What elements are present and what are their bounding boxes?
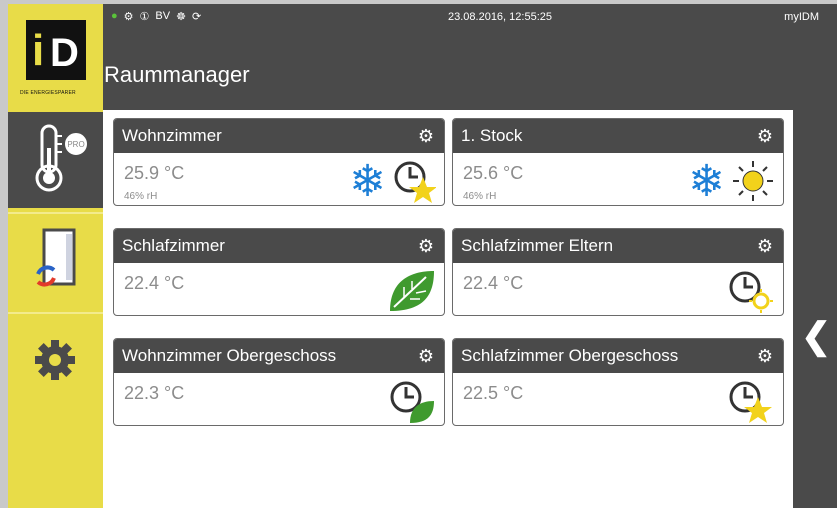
pro-badge: PRO (67, 140, 84, 149)
bv-icon: BV (155, 10, 171, 22)
room-grid: Wohnzimmer ⚙ 25.9 °C 46% rH ❄ 1. Stock ⚙… (103, 110, 793, 508)
logo: i D DIE ENERGIESPARER (8, 4, 103, 110)
leaf-icon (390, 271, 434, 311)
timer-sun-icon (729, 271, 773, 313)
timer-leaf-icon (390, 381, 434, 423)
room-temperature: 22.4 °C (463, 273, 524, 293)
room-name: Wohnzimmer (122, 126, 222, 145)
snowflake-icon: ❄ (688, 156, 725, 206)
sync-icon: ⟳ (191, 11, 202, 23)
room-card[interactable]: Schlafzimmer Obergeschoss ⚙ 22.5 °C (452, 338, 784, 426)
logo-subtitle: DIE ENERGIESPARER (20, 90, 76, 96)
right-panel: ❮ (793, 110, 837, 508)
gear-icon[interactable]: ⚙ (757, 119, 773, 153)
room-card[interactable]: Schlafzimmer ⚙ 22.4 °C (113, 228, 445, 316)
tap-icon: ⚙ (123, 11, 134, 23)
room-card[interactable]: Wohnzimmer ⚙ 25.9 °C 46% rH ❄ (113, 118, 445, 206)
chevron-left-icon[interactable]: ❮ (801, 315, 831, 357)
room-humidity: 46% rH (124, 191, 158, 202)
room-name: 1. Stock (461, 126, 523, 145)
circle-1-icon: ① (139, 11, 150, 23)
sun-icon (733, 161, 773, 201)
timer-star-icon (729, 381, 772, 423)
room-temperature: 22.5 °C (463, 383, 524, 403)
gear-icon[interactable]: ⚙ (418, 229, 434, 263)
app-frame: i D DIE ENERGIESPARER PRO ● ⚙ ① BV ☸ ⟳ 2… (8, 4, 837, 508)
sidebar: i D DIE ENERGIESPARER PRO (8, 4, 103, 508)
gear-icon[interactable]: ⚙ (757, 229, 773, 263)
page-title: Raummanager (104, 62, 250, 87)
door-exchange-icon (36, 228, 76, 287)
gear-icon[interactable]: ⚙ (418, 119, 434, 153)
gear-icon[interactable]: ⚙ (757, 339, 773, 373)
thermometer-icon: PRO (35, 124, 89, 192)
room-temperature: 22.3 °C (124, 383, 185, 403)
room-temperature: 22.4 °C (124, 273, 185, 293)
room-card[interactable]: Wohnzimmer Obergeschoss ⚙ 22.3 °C (113, 338, 445, 426)
room-name: Schlafzimmer (122, 236, 225, 255)
info-icon: ● (111, 10, 118, 22)
room-card[interactable]: Schlafzimmer Eltern ⚙ 22.4 °C (452, 228, 784, 316)
user-label[interactable]: myIDM (784, 11, 819, 23)
datetime: 23.08.2016, 12:55:25 (448, 11, 552, 23)
room-temperature: 25.9 °C (124, 163, 185, 183)
room-temperature: 25.6 °C (463, 163, 524, 183)
timer-star-icon (394, 161, 436, 203)
gear-icon (35, 340, 75, 380)
heatpump-icon: ☸ (176, 11, 186, 23)
room-humidity: 46% rH (463, 191, 497, 202)
status-bar: ● ⚙ ① BV ☸ ⟳ 23.08.2016, 12:55:25 myIDM (103, 4, 837, 34)
snowflake-icon: ❄ (349, 156, 386, 206)
sidebar-item-thermostat[interactable]: PRO (8, 112, 103, 208)
sidebar-item-settings[interactable] (8, 312, 103, 410)
room-card[interactable]: 1. Stock ⚙ 25.6 °C 46% rH ❄ (452, 118, 784, 206)
gear-icon[interactable]: ⚙ (418, 339, 434, 373)
room-name: Schlafzimmer Eltern (461, 236, 614, 255)
sidebar-item-door[interactable] (8, 212, 103, 310)
room-name: Schlafzimmer Obergeschoss (461, 346, 679, 365)
room-name: Wohnzimmer Obergeschoss (122, 346, 337, 365)
